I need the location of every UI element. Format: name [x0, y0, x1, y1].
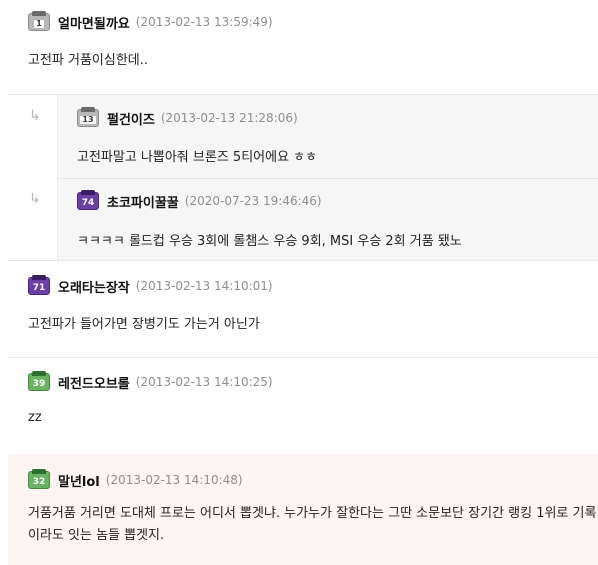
comment-text: 거품거품 거리면 도대체 프로는 어디서 뽑겟냐. 누가누가 잘한다는 그딴 소… [28, 506, 597, 543]
level-icon: 39 [28, 371, 50, 391]
comment-text: zz [28, 410, 42, 425]
reply-date: (2020-07-23 19:46:46) [184, 194, 322, 208]
reply-date: (2013-02-13 21:28:06) [160, 111, 298, 125]
comment-text: 고전파 거품이심한데.. [28, 53, 149, 68]
reply-arrow-icon: ↳ [29, 191, 41, 207]
level-icon: 71 [28, 275, 50, 295]
comment-nickname[interactable]: 말년lol [58, 471, 100, 490]
comment-date: (2013-02-13 13:59:49) [135, 15, 273, 29]
comment-header: 32 말년lol (2013-02-13 14:10:48) [28, 469, 243, 491]
comment-nickname[interactable]: 레전드오브롤 [58, 373, 130, 392]
comment-nickname[interactable]: 얼마면될까요 [58, 13, 130, 32]
level-icon: 13 [77, 107, 99, 127]
level-icon: 1 [28, 11, 50, 31]
comment-text: 고전파가 들어가면 장병기도 가는거 아닌가 [28, 317, 260, 332]
comment-header: 39 레전드오브롤 (2013-02-13 14:10:25) [28, 371, 273, 393]
comment-date: (2013-02-13 14:10:01) [135, 279, 273, 293]
comment-date: (2013-02-13 14:10:25) [135, 375, 273, 389]
reply-header: 13 펄건이즈 (2013-02-13 21:28:06) [77, 107, 298, 129]
comment-item: 39 레전드오브롤 (2013-02-13 14:10:25) zz [8, 358, 598, 454]
reply-arrow-icon: ↳ [29, 108, 41, 124]
reply-nickname[interactable]: 펄건이즈 [107, 109, 155, 128]
reply-text: ㅋㅋㅋㅋ 롤드컵 우승 3회에 롤챔스 우승 9회, MSI 우승 2회 거품 … [77, 234, 462, 249]
comment-item: 1 얼마면될까요 (2013-02-13 13:59:49) 고전파 거품이심한… [8, 0, 598, 95]
comment-item: 32 말년lol (2013-02-13 14:10:48) 거품거품 거리면 … [8, 454, 598, 565]
reply-nickname[interactable]: 초코파이꿀꿀 [107, 192, 179, 211]
level-icon: 74 [77, 190, 99, 210]
reply-item: 13 펄건이즈 (2013-02-13 21:28:06) 고전파말고 나뽑아줘… [57, 95, 598, 178]
reply-header: 74 초코파이꿀꿀 (2020-07-23 19:46:46) [77, 190, 322, 212]
comment-header: 71 오래타는장작 (2013-02-13 14:10:01) [28, 275, 273, 297]
comment-item: 71 오래타는장작 (2013-02-13 14:10:01) 고전파가 들어가… [8, 260, 598, 358]
comment-date: (2013-02-13 14:10:48) [105, 473, 243, 487]
reply-text: 고전파말고 나뽑아줘 브론즈 5티어에요 ㅎㅎ [77, 150, 318, 165]
comment-nickname[interactable]: 오래타는장작 [58, 277, 130, 296]
level-icon: 32 [28, 469, 50, 489]
comment-header: 1 얼마면될까요 (2013-02-13 13:59:49) [28, 11, 273, 33]
reply-item: 74 초코파이꿀꿀 (2020-07-23 19:46:46) ㅋㅋㅋㅋ 롤드컵… [57, 178, 598, 260]
